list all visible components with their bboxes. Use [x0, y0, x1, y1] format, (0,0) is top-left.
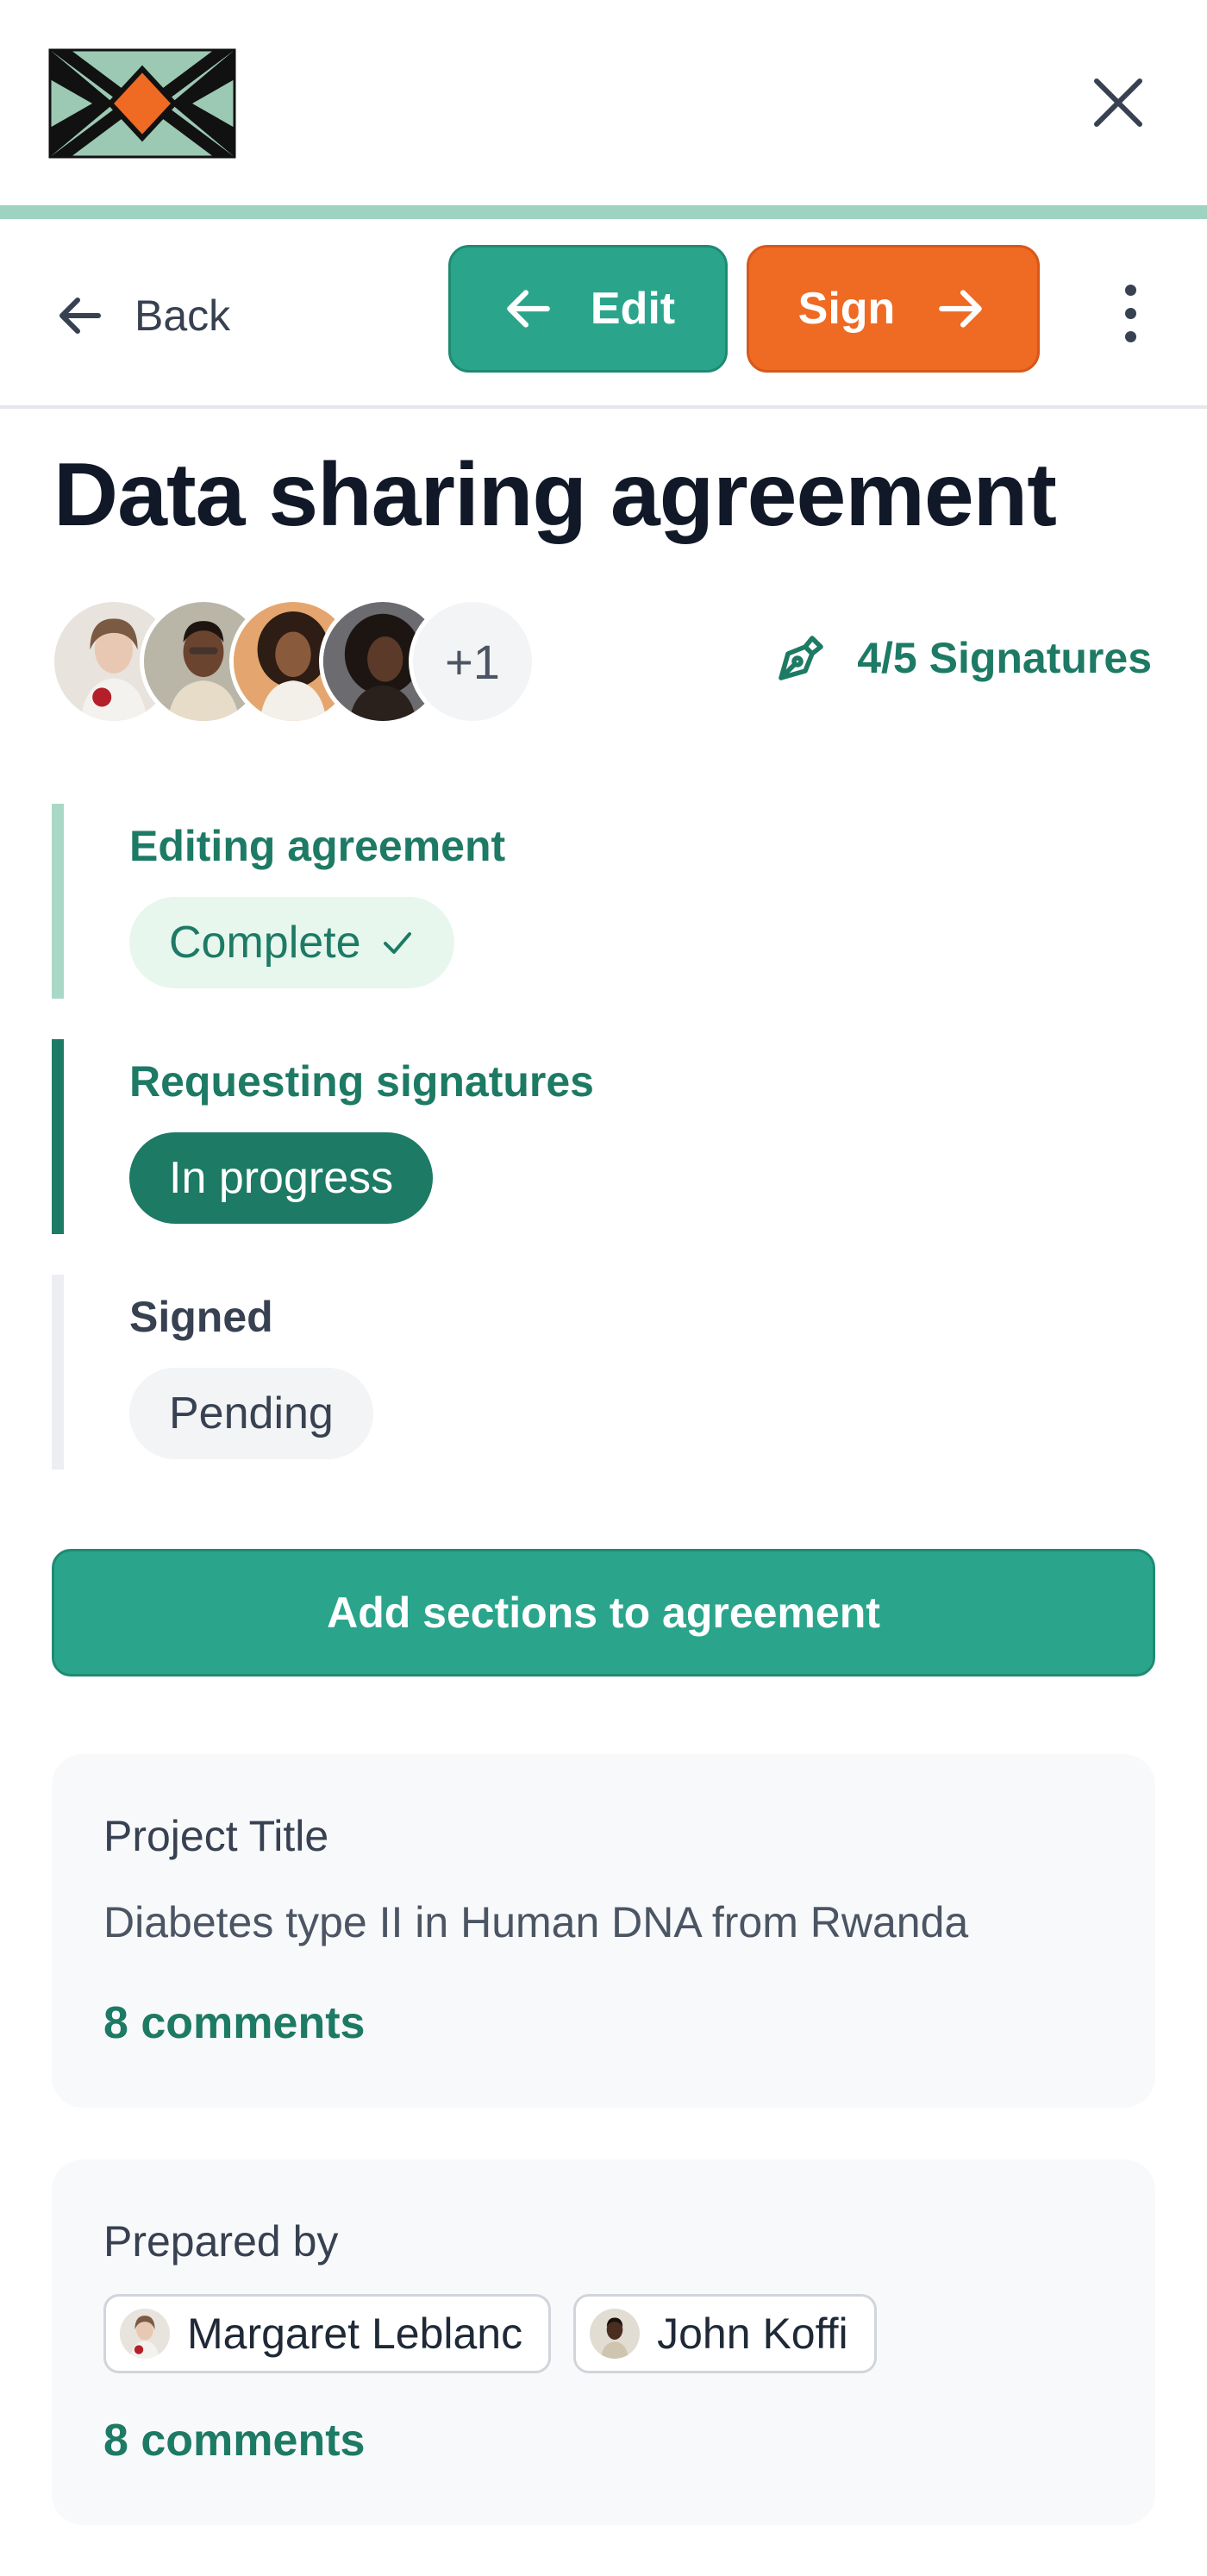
person-chip[interactable]: Margaret Leblanc: [103, 2294, 552, 2373]
signer-avatars[interactable]: +1: [50, 598, 550, 729]
edit-label: Edit: [590, 284, 676, 334]
page-title: Data sharing agreement: [53, 445, 1057, 545]
step-indicator: [52, 1275, 64, 1470]
step-requesting-signatures: Requesting signatures In progress: [52, 1039, 828, 1234]
step-indicator: [52, 804, 64, 999]
person-name: Margaret Leblanc: [187, 2310, 523, 2358]
kebab-dot: [1124, 330, 1136, 342]
signature-count[interactable]: 4/5 Signatures: [771, 628, 1152, 688]
kebab-dot: [1124, 307, 1136, 319]
card-label: Prepared by: [103, 2217, 339, 2266]
add-sections-button[interactable]: Add sections to agreement: [52, 1549, 1155, 1677]
arrow-left-icon: [507, 290, 550, 328]
step-title: Requesting signatures: [129, 1057, 594, 1106]
arrow-right-icon: [939, 290, 983, 328]
edit-button[interactable]: Edit: [448, 245, 728, 373]
arrow-left-icon: [59, 298, 101, 334]
more-signers-badge[interactable]: +1: [409, 598, 536, 725]
person-chip[interactable]: John Koffi: [573, 2294, 877, 2373]
more-options-button[interactable]: [1109, 274, 1152, 352]
status-badge-in-progress: In progress: [129, 1132, 434, 1224]
comments-link[interactable]: 8 comments: [103, 1997, 365, 2049]
back-button[interactable]: Back: [53, 273, 230, 359]
sign-label: Sign: [797, 284, 896, 334]
status-badge-complete: Complete: [129, 897, 454, 988]
pen-nib-icon: [779, 636, 823, 680]
step-signed: Signed Pending: [52, 1275, 828, 1470]
step-indicator: [52, 1039, 64, 1234]
comments-link[interactable]: 8 comments: [103, 2415, 365, 2466]
avatar: [120, 2309, 170, 2359]
sign-button[interactable]: Sign: [747, 245, 1040, 373]
step-title: Signed: [129, 1293, 273, 1341]
close-button[interactable]: [1088, 72, 1148, 133]
step-editing-agreement: Editing agreement Complete: [52, 804, 828, 999]
project-title-card: Project Title Diabetes type II in Human …: [52, 1754, 1155, 2108]
status-label: Complete: [169, 918, 361, 968]
step-title: Editing agreement: [129, 822, 506, 870]
brand-logo[interactable]: [45, 45, 240, 160]
kebab-dot: [1124, 284, 1136, 296]
people-chips: Margaret Leblanc John Koffi: [103, 2294, 877, 2373]
person-name: John Koffi: [657, 2310, 848, 2358]
back-label: Back: [134, 291, 231, 340]
prepared-by-card: Prepared by Margaret Leblanc John Koffi …: [52, 2159, 1155, 2525]
card-label: Project Title: [103, 1812, 329, 1860]
project-title-value: Diabetes type II in Human DNA from Rwand…: [103, 1898, 969, 1946]
status-badge-pending: Pending: [129, 1368, 373, 1459]
check-icon: [383, 932, 411, 954]
signature-count-label: 4/5 Signatures: [857, 634, 1152, 682]
accent-divider: [0, 205, 1207, 219]
close-icon: [1094, 78, 1142, 127]
app-header: [0, 0, 1207, 205]
avatar: [590, 2309, 641, 2359]
action-toolbar: Back Edit Sign: [0, 219, 1207, 409]
